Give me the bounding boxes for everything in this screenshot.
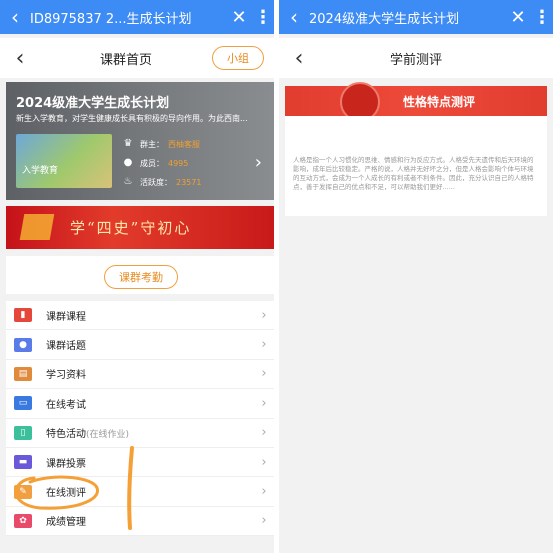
menu-label-text: 课群课程	[46, 311, 86, 323]
page-nav: ‹ 课群首页 小组	[0, 38, 274, 78]
menu-label-text: 成绩管理	[46, 517, 86, 529]
browser-topbar: ‹ ID8975837 2...生成长计划 ✕ ⋮	[0, 0, 274, 34]
stat-label: 群主：	[140, 139, 164, 149]
group-title: 2024级准大学生成长计划	[16, 96, 170, 111]
flame-icon: ♨	[123, 176, 133, 187]
menu-vote[interactable]: ▬ 课群投票 ›	[6, 448, 274, 478]
menu-label: 在线测评	[46, 484, 254, 499]
menu-label: 特色活动(在线作业)	[46, 425, 254, 440]
stat-value: 4995	[168, 158, 189, 168]
book-icon: ▮	[14, 308, 32, 323]
back-chevron-icon[interactable]: ‹	[279, 46, 319, 71]
chat-bubbles-icon: ●	[14, 337, 32, 352]
menu-label: 课群投票	[46, 455, 254, 470]
close-icon[interactable]: ✕	[226, 7, 252, 28]
close-icon[interactable]: ✕	[505, 7, 531, 28]
thumbnail-label: 入学教育	[22, 166, 59, 176]
group-home-screen: ‹ ID8975837 2...生成长计划 ✕ ⋮ ‹ 课群首页 小组 2024…	[0, 0, 274, 553]
stat-value: 西柚客服	[168, 139, 200, 149]
menu-materials[interactable]: ▤ 学习资料 ›	[6, 360, 274, 390]
materials-icon: ▤	[14, 366, 32, 381]
menu-label-text: 在线考试	[46, 399, 86, 411]
menu-label: 课群课程	[46, 308, 254, 323]
laptop-icon: ▭	[14, 396, 32, 411]
group-thumbnail: 入学教育	[16, 134, 112, 188]
chevron-right-icon: ›	[261, 307, 267, 323]
personality-test-card[interactable]: 性格特点测评	[285, 82, 547, 122]
pen-icon: ✎	[14, 484, 32, 499]
check-in-section: 课群考勤	[6, 256, 274, 294]
flag-decoration	[19, 214, 55, 240]
topbar-title: ID8975837 2...生成长计划	[30, 11, 192, 27]
stat-label: 成员：	[140, 158, 164, 168]
vote-icon: ▬	[14, 455, 32, 470]
menu-label-text: 特色活动	[46, 429, 86, 441]
stat-value: 23571	[176, 177, 202, 187]
menu-sublabel: (在线作业)	[86, 430, 130, 441]
chevron-right-icon: ›	[261, 366, 267, 382]
menu-label: 在线考试	[46, 396, 254, 411]
group-button[interactable]: 小组	[212, 46, 264, 70]
feature-menu: ▮ 课群课程 › ● 课群话题 › ▤ 学习资料 › ▭ 在线考试 › ▯ 特色活动(在线作业) › ▬ 课群投…	[6, 301, 274, 537]
back-chevron-icon[interactable]: ‹	[0, 0, 30, 34]
chevron-right-icon: ›	[261, 454, 267, 470]
menu-label: 课群话题	[46, 337, 254, 352]
test-description: 人格是指一个人习惯化的思维、情感和行为反应方式。人格受先天遗传和后天环境的影响，…	[293, 156, 534, 191]
clipboard-icon: ▯	[14, 425, 32, 440]
page-title: 课群首页	[99, 52, 152, 68]
chevron-right-icon: ›	[261, 425, 267, 441]
stat-members: ● 成员： 4995	[122, 157, 189, 169]
menu-label: 学习资料	[46, 366, 254, 381]
members-icon: ●	[123, 157, 133, 168]
group-description: 新生入学教育，对学生健康成长具有积极的导向作用。为此西南...	[16, 114, 248, 123]
back-chevron-icon[interactable]: ‹	[0, 46, 40, 71]
chevron-right-icon: ›	[261, 484, 267, 500]
group-banner[interactable]: 2024级准大学生成长计划 新生入学教育，对学生健康成长具有积极的导向作用。为此…	[6, 82, 274, 200]
promo-text: 学“四史”守初心	[70, 219, 192, 237]
chevron-right-icon: ›	[261, 513, 267, 529]
pre-assessment-screen: ‹ 2024级准大学生成长计划 ✕ ⋮ ‹ 学前测评 性格特点测评 人格是指一个…	[279, 0, 553, 553]
more-vertical-icon[interactable]: ⋮	[531, 7, 553, 28]
menu-label-text: 课群话题	[46, 341, 86, 353]
chevron-right-icon: ›	[261, 395, 267, 411]
check-in-button[interactable]: 课群考勤	[104, 265, 178, 289]
topbar-title: 2024级准大学生成长计划	[309, 11, 460, 27]
menu-topics[interactable]: ● 课群话题 ›	[6, 330, 274, 360]
menu-label: 成绩管理	[46, 513, 254, 528]
stat-owner: ♛ 群主： 西柚客服	[122, 138, 200, 150]
menu-label-text: 课群投票	[46, 458, 86, 470]
more-vertical-icon[interactable]: ⋮	[252, 7, 274, 28]
test-title: 性格特点测评	[403, 95, 476, 109]
menu-label-text: 在线测评	[46, 488, 86, 500]
chevron-right-icon[interactable]: ›	[255, 152, 262, 173]
back-chevron-icon[interactable]: ‹	[279, 0, 309, 34]
promo-banner[interactable]: 学“四史”守初心	[6, 206, 274, 249]
browser-topbar: ‹ 2024级准大学生成长计划 ✕ ⋮	[279, 0, 553, 34]
menu-course[interactable]: ▮ 课群课程 ›	[6, 301, 274, 331]
stat-label: 活跃度：	[140, 177, 172, 187]
page-nav: ‹ 学前测评	[279, 38, 553, 78]
menu-label-text: 学习资料	[46, 370, 86, 382]
menu-grades[interactable]: ✿ 成绩管理 ›	[6, 507, 274, 537]
stat-activity: ♨ 活跃度： 23571	[122, 176, 202, 188]
menu-assessment[interactable]: ✎ 在线测评 ›	[6, 477, 274, 507]
test-description-box[interactable]: 人格是指一个人习惯化的思维、情感和行为反应方式。人格受先天遗传和后天环境的影响，…	[285, 116, 547, 216]
menu-exam[interactable]: ▭ 在线考试 ›	[6, 389, 274, 419]
crown-icon: ♛	[123, 138, 133, 149]
chevron-right-icon: ›	[261, 337, 267, 353]
menu-activity[interactable]: ▯ 特色活动(在线作业) ›	[6, 419, 274, 448]
page-title: 学前测评	[389, 52, 442, 68]
ribbon-icon: ✿	[14, 513, 32, 528]
